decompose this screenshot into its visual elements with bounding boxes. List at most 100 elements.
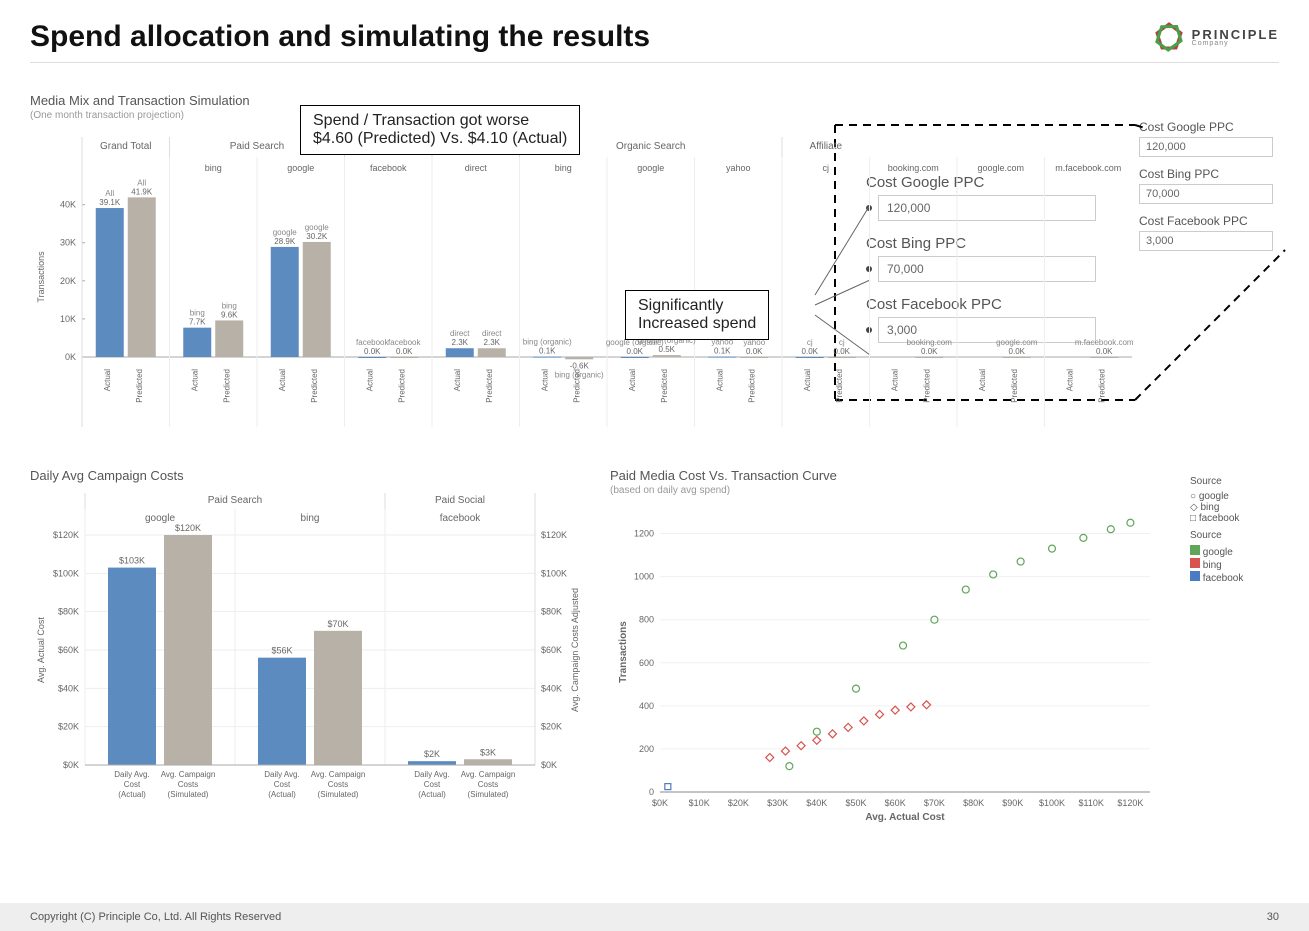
footer-page: 30: [1267, 911, 1279, 923]
callout-text: Spend / Transaction got worse: [313, 112, 567, 130]
svg-text:Cost: Cost: [124, 780, 141, 789]
svg-text:Avg. Actual Cost: Avg. Actual Cost: [36, 617, 46, 683]
svg-text:Predicted: Predicted: [1010, 369, 1019, 403]
svg-text:facebook: facebook: [388, 338, 421, 347]
callout-spend-transaction: Spend / Transaction got worse $4.60 (Pre…: [300, 105, 580, 155]
svg-text:facebook: facebook: [370, 163, 407, 173]
svg-text:$20K: $20K: [728, 798, 749, 808]
svg-text:10K: 10K: [60, 314, 76, 324]
svg-text:$0K: $0K: [63, 760, 79, 770]
svg-text:cj: cj: [823, 163, 830, 173]
svg-text:39.1K: 39.1K: [99, 198, 121, 207]
svg-text:Predicted: Predicted: [922, 369, 931, 403]
svg-text:Avg. Actual Cost: Avg. Actual Cost: [865, 812, 945, 823]
svg-text:2.3K: 2.3K: [484, 338, 501, 347]
svg-text:$20K: $20K: [58, 722, 79, 732]
svg-text:$70K: $70K: [327, 619, 348, 629]
svg-text:Avg. Campaign: Avg. Campaign: [311, 770, 366, 779]
svg-text:$3K: $3K: [480, 747, 496, 757]
svg-text:Actual: Actual: [1065, 369, 1074, 391]
svg-text:$90K: $90K: [1002, 798, 1023, 808]
svg-text:Transactions: Transactions: [36, 251, 46, 303]
svg-text:0.0K: 0.0K: [396, 347, 413, 356]
svg-text:$80K: $80K: [541, 607, 562, 617]
svg-text:28.9K: 28.9K: [274, 237, 296, 246]
svg-text:google: google: [305, 223, 330, 232]
legend-title: Source: [1190, 476, 1279, 487]
svg-text:google: google: [145, 513, 175, 524]
svg-text:yahoo: yahoo: [726, 163, 751, 173]
svg-text:$120K: $120K: [1117, 798, 1143, 808]
svg-text:0: 0: [649, 787, 654, 797]
footer-copyright: Copyright (C) Principle Co, Ltd. All Rig…: [30, 911, 281, 923]
svg-text:Affiliate: Affiliate: [809, 141, 842, 152]
callout-text: $4.60 (Predicted) Vs. $4.10 (Actual): [313, 130, 567, 148]
svg-text:m.facebook.com: m.facebook.com: [1075, 338, 1134, 347]
svg-text:Cost: Cost: [424, 780, 441, 789]
svg-text:0.0K: 0.0K: [834, 347, 851, 356]
svg-text:Predicted: Predicted: [1097, 369, 1106, 403]
svg-text:google: google: [637, 163, 664, 173]
chart1-title: Media Mix and Transaction Simulation: [30, 93, 1279, 108]
svg-text:bing: bing: [205, 163, 222, 173]
svg-text:40K: 40K: [60, 200, 76, 210]
legend-item: ◇ bing: [1190, 502, 1279, 513]
svg-text:All: All: [105, 189, 114, 198]
svg-text:$120K: $120K: [175, 523, 201, 533]
svg-text:google: google: [273, 228, 298, 237]
svg-text:$10K: $10K: [689, 798, 710, 808]
svg-text:$80K: $80K: [58, 607, 79, 617]
svg-text:Predicted: Predicted: [835, 369, 844, 403]
svg-text:$40K: $40K: [806, 798, 827, 808]
legend-title: Source: [1190, 530, 1279, 541]
svg-text:bing: bing: [301, 513, 320, 524]
svg-text:Actual: Actual: [628, 369, 637, 391]
svg-text:800: 800: [639, 615, 654, 625]
svg-text:Daily Avg.: Daily Avg.: [114, 770, 149, 779]
svg-text:Actual: Actual: [540, 369, 549, 391]
svg-text:direct: direct: [482, 329, 502, 338]
svg-text:30K: 30K: [60, 238, 76, 248]
svg-text:booking.com: booking.com: [907, 338, 953, 347]
svg-text:facebook: facebook: [356, 338, 389, 347]
svg-text:$60K: $60K: [885, 798, 906, 808]
svg-text:Daily Avg.: Daily Avg.: [414, 770, 449, 779]
svg-text:200: 200: [639, 744, 654, 754]
svg-text:$110K: $110K: [1079, 798, 1104, 808]
svg-text:Avg. Campaign Costs Adjusted: Avg. Campaign Costs Adjusted: [570, 588, 580, 712]
svg-text:Actual: Actual: [803, 369, 812, 391]
callout-increased-spend: Significantly Increased spend: [625, 290, 769, 340]
svg-text:cj: cj: [839, 338, 845, 347]
svg-text:$100K: $100K: [1039, 798, 1065, 808]
svg-text:30.2K: 30.2K: [306, 232, 328, 241]
legend-item: bing: [1190, 558, 1279, 571]
svg-text:Avg. Campaign: Avg. Campaign: [461, 770, 516, 779]
svg-text:20K: 20K: [60, 276, 76, 286]
svg-text:Actual: Actual: [890, 369, 899, 391]
svg-text:0.1K: 0.1K: [714, 347, 731, 356]
svg-text:2.3K: 2.3K: [452, 338, 469, 347]
page-title: Spend allocation and simulating the resu…: [30, 20, 650, 54]
svg-text:Predicted: Predicted: [660, 369, 669, 403]
svg-text:(Simulated): (Simulated): [168, 790, 209, 799]
svg-text:(Simulated): (Simulated): [318, 790, 359, 799]
svg-text:Daily Avg.: Daily Avg.: [264, 770, 299, 779]
svg-text:Actual: Actual: [103, 369, 112, 391]
svg-text:Cost: Cost: [274, 780, 291, 789]
svg-text:cj: cj: [807, 338, 813, 347]
svg-text:Predicted: Predicted: [572, 369, 581, 403]
chart3-cost-curve: 020040060080010001200$0K$10K$20K$30K$40K…: [610, 502, 1170, 837]
chart2-daily-costs: $0K$0K$20K$20K$40K$40K$60K$60K$80K$80K$1…: [30, 485, 590, 840]
svg-text:Predicted: Predicted: [485, 369, 494, 403]
svg-text:$60K: $60K: [541, 645, 562, 655]
svg-text:direct: direct: [450, 329, 470, 338]
svg-text:bing: bing: [190, 309, 205, 318]
svg-text:google.com: google.com: [977, 163, 1024, 173]
svg-text:bing (organic): bing (organic): [523, 338, 572, 347]
svg-text:booking.com: booking.com: [888, 163, 939, 173]
chart2-title: Daily Avg Campaign Costs: [30, 468, 590, 483]
svg-text:Actual: Actual: [278, 369, 287, 391]
svg-text:$0K: $0K: [541, 760, 557, 770]
chart1-subtitle: (One month transaction projection): [30, 110, 1279, 121]
svg-text:Costs: Costs: [178, 780, 198, 789]
